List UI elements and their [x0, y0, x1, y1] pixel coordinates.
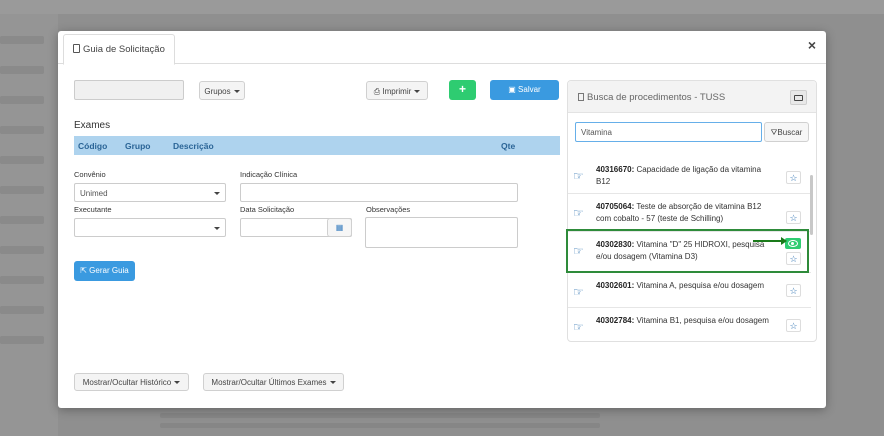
document-icon — [578, 93, 584, 101]
observacoes-label: Observações — [366, 205, 411, 214]
results-scrollbar[interactable] — [810, 175, 813, 235]
column-header-descricao: Descrição — [173, 141, 214, 151]
chevron-down-icon — [214, 227, 220, 230]
observacoes-textarea[interactable] — [365, 217, 518, 248]
guia-solicitacao-modal: Guia de Solicitação × Grupos ⎙ Imprimir … — [58, 31, 826, 408]
imprimir-label: Imprimir — [382, 87, 412, 96]
historico-toggle-button[interactable]: Mostrar/Ocultar Histórico — [74, 373, 189, 391]
document-icon — [73, 44, 80, 53]
panel-title: Busca de procedimentos - TUSS — [578, 92, 725, 103]
procedure-result-text: 40302601: Vitamina A, pesquisa e/ou dosa… — [596, 280, 772, 292]
procedure-result-item[interactable]: ☞ 40316670: Capacidade de ligação da vit… — [568, 157, 811, 194]
chevron-down-icon — [174, 381, 181, 384]
procedure-description: Vitamina A, pesquisa e/ou dosagem — [636, 281, 765, 290]
chevron-down-icon — [214, 192, 220, 195]
blank-field[interactable] — [74, 80, 184, 100]
gerar-guia-label: Gerar Guia — [89, 266, 129, 275]
procedure-code: 40316670: — [596, 165, 635, 174]
pointing-hand-icon[interactable]: ☞ — [573, 320, 584, 334]
gerar-guia-button[interactable]: ⇱ Gerar Guia — [74, 261, 135, 281]
procedure-search-input[interactable]: Vitamina — [575, 122, 762, 142]
tab-label: Guia de Solicitação — [83, 44, 165, 55]
data-solicitacao-label: Data Solicitação — [240, 205, 295, 214]
executante-select[interactable] — [74, 218, 226, 237]
pointing-hand-icon[interactable]: ☞ — [573, 285, 584, 299]
procedure-result-item[interactable]: ☞ 40705064: Teste de absorção de vitamin… — [568, 194, 811, 232]
ultimos-exames-toggle-button[interactable]: Mostrar/Ocultar Últimos Exames — [203, 373, 344, 391]
tab-guia-solicitacao[interactable]: Guia de Solicitação — [63, 34, 175, 65]
modal-tabbar: Guia de Solicitação × — [58, 31, 826, 65]
calendar-icon: ▦ — [335, 223, 344, 232]
procedure-result-text: 40705064: Teste de absorção de vitamina … — [596, 201, 772, 225]
folder-icon — [794, 95, 803, 101]
star-icon[interactable]: ☆ — [786, 171, 801, 184]
annotation-arrow — [753, 237, 787, 245]
column-header-codigo: Código — [78, 141, 108, 151]
close-button[interactable]: × — [808, 37, 816, 53]
pointing-hand-icon[interactable]: ☞ — [573, 169, 584, 183]
search-value: Vitamina — [581, 128, 612, 137]
background-sidebar — [0, 14, 58, 436]
procedure-code: 40302601: — [596, 281, 635, 290]
indicacao-clinica-label: Indicação Clínica — [240, 170, 298, 179]
convenio-select[interactable]: Unimed — [74, 183, 226, 202]
ultimos-exames-label: Mostrar/Ocultar Últimos Exames — [211, 378, 327, 387]
buscar-button[interactable]: ⛛Buscar — [764, 122, 809, 142]
background-topbar — [0, 0, 884, 14]
chevron-down-icon — [233, 90, 240, 93]
convenio-label: Convênio — [74, 170, 106, 179]
grupos-label: Grupos — [204, 87, 231, 96]
panel-header: Busca de procedimentos - TUSS — [568, 81, 816, 113]
star-icon[interactable]: ☆ — [786, 284, 801, 297]
star-icon[interactable]: ☆ — [786, 319, 801, 332]
grupos-dropdown[interactable]: Grupos — [199, 81, 245, 100]
printer-icon: ⎙ — [373, 87, 381, 96]
imprimir-dropdown[interactable]: ⎙ Imprimir — [366, 81, 428, 100]
pointing-hand-icon[interactable]: ☞ — [573, 206, 584, 220]
procedure-result-text: 40302784: Vitamina B1, pesquisa e/ou dos… — [596, 315, 772, 327]
procedure-description: Vitamina B1, pesquisa e/ou dosagem — [636, 316, 769, 325]
folder-button[interactable] — [790, 90, 807, 105]
panel-title-text: Busca de procedimentos - TUSS — [587, 92, 726, 103]
salvar-label: Salvar — [518, 85, 541, 94]
salvar-button[interactable]: ▣ Salvar — [490, 80, 559, 100]
procedure-result-text: 40316670: Capacidade de ligação da vitam… — [596, 164, 772, 188]
save-icon: ▣ — [508, 85, 516, 94]
column-header-qte: Qte — [501, 141, 516, 151]
convenio-value: Unimed — [80, 189, 108, 198]
buscar-label: Buscar — [777, 128, 803, 137]
procedure-code: 40302784: — [596, 316, 635, 325]
background-footer — [160, 408, 600, 436]
add-button[interactable]: + — [449, 80, 476, 100]
procedure-code: 40705064: — [596, 202, 635, 211]
highlight-box — [566, 229, 809, 273]
exames-title: Exames — [74, 120, 111, 131]
procedure-result-item[interactable]: ☞ 40302601: Vitamina A, pesquisa e/ou do… — [568, 273, 811, 308]
external-link-icon: ⇱ — [80, 266, 87, 275]
indicacao-clinica-field[interactable] — [240, 183, 518, 202]
calendar-button[interactable]: ▦ — [327, 218, 352, 237]
chevron-down-icon — [414, 90, 421, 93]
exames-table-header: Código Grupo Descrição Qte — [74, 136, 560, 155]
star-icon[interactable]: ☆ — [786, 211, 801, 224]
column-header-grupo: Grupo — [125, 141, 151, 151]
procedure-result-item[interactable]: ☞ 40302784: Vitamina B1, pesquisa e/ou d… — [568, 308, 811, 342]
executante-label: Executante — [74, 205, 112, 214]
add-label: + — [458, 82, 466, 96]
busca-procedimentos-panel: Busca de procedimentos - TUSS Vitamina ⛛… — [567, 80, 817, 342]
historico-label: Mostrar/Ocultar Histórico — [82, 378, 172, 387]
chevron-down-icon — [329, 381, 336, 384]
